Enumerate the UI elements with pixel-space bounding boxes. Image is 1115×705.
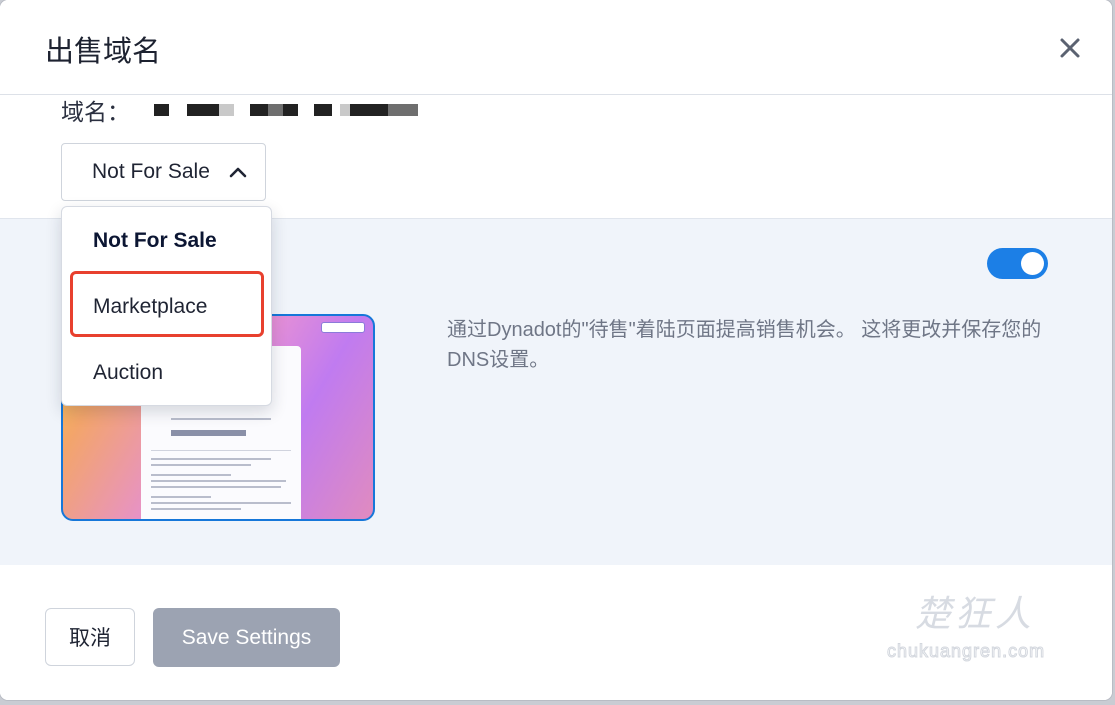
watermark-text: 楚狂人 bbox=[915, 594, 1036, 635]
domain-row: 域名： bbox=[61, 95, 418, 125]
watermark-url: chukuangren.com bbox=[886, 641, 1046, 662]
landing-page-description: 通过Dynadot的"待售"着陆页面提高销售机会。 这将更改并保存您的DNS设置… bbox=[447, 319, 1042, 371]
cancel-button[interactable]: 取消 bbox=[45, 608, 135, 666]
modal-footer: 取消 Save Settings 楚狂人 chukuangren.com bbox=[0, 565, 1112, 700]
close-button[interactable] bbox=[1056, 34, 1084, 62]
option-auction[interactable]: Auction bbox=[93, 361, 163, 385]
modal-header: 出售域名 bbox=[0, 0, 1112, 95]
sale-type-dropdown-menu: Not For Sale Marketplace Auction bbox=[61, 206, 272, 406]
sale-type-select[interactable]: Not For Sale bbox=[61, 143, 266, 201]
save-settings-button[interactable]: Save Settings bbox=[153, 608, 340, 667]
chevron-up-icon bbox=[229, 167, 247, 178]
toggle-knob bbox=[1021, 252, 1044, 275]
sell-domain-modal: 出售域名 域名： Not For Sale 通过Dynadot的"待售"着陆页面… bbox=[0, 0, 1112, 700]
modal-title: 出售域名 bbox=[45, 36, 162, 68]
domain-name-redacted bbox=[154, 104, 418, 116]
sale-type-value: Not For Sale bbox=[92, 160, 210, 183]
domain-label: 域名： bbox=[61, 99, 130, 125]
for-sale-toggle[interactable] bbox=[987, 248, 1048, 279]
option-marketplace[interactable]: Marketplace bbox=[93, 295, 207, 319]
close-icon bbox=[1060, 38, 1080, 58]
option-not-for-sale[interactable]: Not For Sale bbox=[93, 229, 217, 253]
